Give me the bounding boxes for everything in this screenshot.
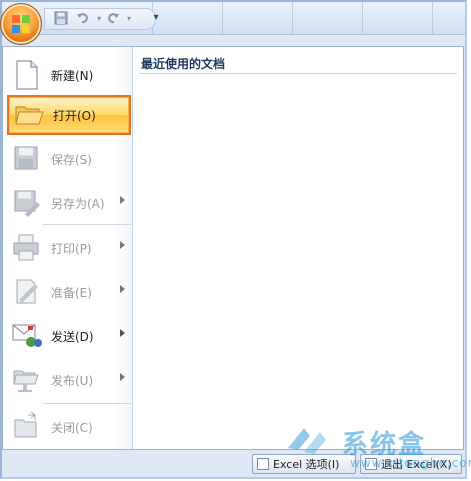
menu-separator <box>43 224 131 225</box>
menu-item-label: 保存(S) <box>51 152 92 167</box>
customize-icon[interactable]: ▾ <box>148 10 164 26</box>
menu-item-open[interactable]: 打开(O) <box>7 95 131 135</box>
publish-icon <box>11 364 45 396</box>
menu-item-label: 发送(D) <box>51 329 94 344</box>
office-button[interactable] <box>0 3 42 45</box>
title-bar: ▾ ▾ ▾ <box>2 2 465 35</box>
exit-excel-label: 退出 Excel(X) <box>381 458 452 471</box>
undo-icon[interactable] <box>75 11 91 27</box>
exit-excel-button[interactable]: 退出 Excel(X) <box>360 454 462 474</box>
save-icon[interactable] <box>53 11 69 27</box>
save-as-icon <box>11 187 45 219</box>
submenu-arrow-icon <box>120 329 125 337</box>
sheet-grid-background <box>152 2 465 34</box>
menu-commands: 新建(N) 打开(O) 保存(S) 另存为(A) 打印(P) 准备(E) 发送(… <box>3 47 133 449</box>
new-document-icon <box>11 59 45 91</box>
menu-item-prepare[interactable]: 准备(E) <box>7 272 131 312</box>
save-icon <box>11 143 45 175</box>
prepare-icon <box>11 276 45 308</box>
send-icon <box>11 320 45 352</box>
excel-options-button[interactable]: Excel 选项(I) <box>252 454 356 474</box>
menu-item-send[interactable]: 发送(D) <box>7 316 131 356</box>
recent-documents-divider <box>139 73 457 74</box>
menu-item-save-as[interactable]: 另存为(A) <box>7 183 131 223</box>
recent-documents-panel: 最近使用的文档 <box>133 47 463 449</box>
office-logo-icon <box>12 15 30 33</box>
menu-item-new[interactable]: 新建(N) <box>7 55 131 95</box>
submenu-arrow-icon <box>120 373 125 381</box>
menu-item-label: 发布(U) <box>51 373 94 388</box>
recent-documents-title: 最近使用的文档 <box>141 57 226 71</box>
redo-icon[interactable] <box>105 11 121 27</box>
submenu-arrow-icon <box>120 285 125 293</box>
quick-access-toolbar: ▾ ▾ <box>44 8 156 30</box>
menu-item-label: 关闭(C) <box>51 420 93 435</box>
menu-item-label: 新建(N) <box>51 68 94 83</box>
close-document-icon <box>11 411 45 443</box>
menu-item-label: 打开(O) <box>53 108 96 123</box>
menu-footer: Excel 选项(I) 退出 Excel(X) <box>2 450 464 477</box>
menu-item-close[interactable]: 关闭(C) <box>7 407 131 447</box>
submenu-arrow-icon <box>120 196 125 204</box>
redo-dropdown-icon[interactable]: ▾ <box>121 11 137 27</box>
menu-item-publish[interactable]: 发布(U) <box>7 360 131 400</box>
menu-item-label: 另存为(A) <box>51 196 105 211</box>
open-folder-icon <box>13 99 47 131</box>
submenu-arrow-icon <box>120 241 125 249</box>
office-menu: 新建(N) 打开(O) 保存(S) 另存为(A) 打印(P) 准备(E) 发送(… <box>2 46 464 450</box>
menu-item-print[interactable]: 打印(P) <box>7 228 131 268</box>
menu-item-label: 打印(P) <box>51 241 92 256</box>
options-icon <box>257 458 269 470</box>
print-icon <box>11 232 45 264</box>
menu-item-save[interactable]: 保存(S) <box>7 139 131 179</box>
exit-icon <box>365 458 377 470</box>
menu-item-label: 准备(E) <box>51 285 92 300</box>
excel-options-label: Excel 选项(I) <box>273 458 340 471</box>
menu-separator <box>43 403 131 404</box>
